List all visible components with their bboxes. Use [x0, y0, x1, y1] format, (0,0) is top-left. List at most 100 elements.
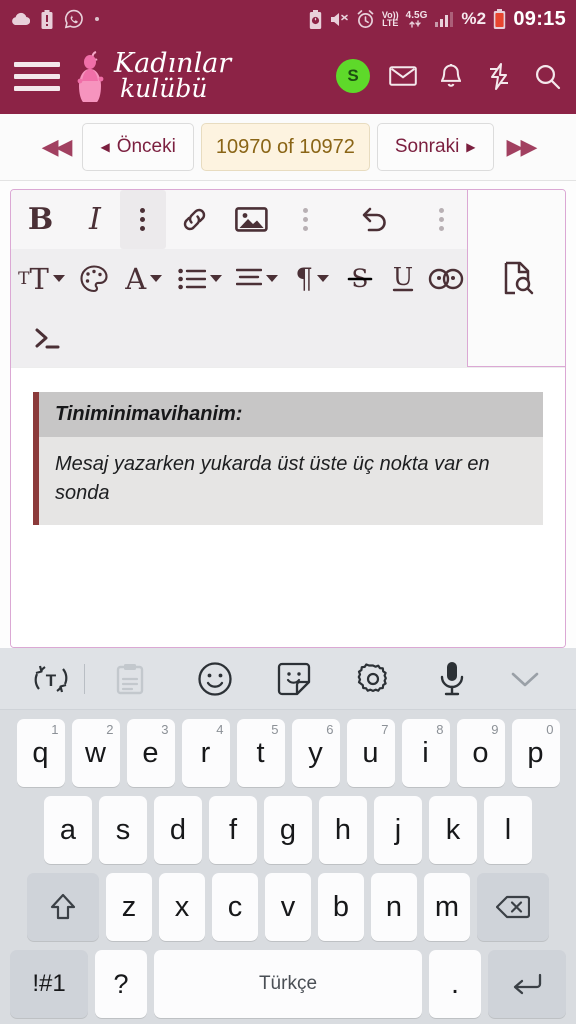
key-number-hint: 9 — [491, 722, 499, 737]
next-page-button[interactable]: Sonraki ▶ — [376, 123, 494, 171]
translate-icon[interactable]: T — [18, 662, 84, 696]
keyboard-row-3: z x c v b nm — [0, 873, 576, 941]
key-label: r — [200, 736, 211, 769]
symbols-key[interactable]: !#1 — [10, 950, 88, 1018]
more-options-2-button[interactable] — [280, 190, 332, 249]
question-key[interactable]: ? — [95, 950, 147, 1018]
editor-body[interactable]: Tiniminimavihanim: Mesaj yazarken yukard… — [11, 368, 565, 647]
key-label: h — [334, 813, 352, 846]
key-c[interactable]: c — [212, 873, 258, 941]
settings-gear-icon[interactable] — [334, 661, 413, 697]
key-number-hint: 3 — [161, 722, 169, 737]
key-a[interactable]: a — [44, 796, 92, 864]
previous-page-button[interactable]: ◀ Önceki — [82, 123, 194, 171]
app-header: Kadınlar kulübü S — [0, 38, 576, 114]
svg-text:U: U — [393, 264, 413, 291]
key-u[interactable]: 7u — [346, 719, 395, 787]
image-button[interactable] — [223, 190, 280, 249]
key-p[interactable]: 0p — [511, 719, 560, 787]
undo-button[interactable] — [332, 190, 416, 249]
key-z[interactable]: z — [106, 873, 152, 941]
volte-bottom: LTE — [382, 18, 399, 28]
color-palette-button[interactable] — [72, 249, 116, 308]
key-h[interactable]: h — [319, 796, 367, 864]
key-label: c — [227, 890, 243, 923]
strikethrough-button[interactable]: S — [339, 249, 382, 308]
key-m[interactable]: m — [424, 873, 470, 941]
emoji-icon[interactable] — [175, 660, 254, 698]
underline-button[interactable]: U — [382, 249, 425, 308]
key-f[interactable]: f — [209, 796, 257, 864]
key-x[interactable]: x — [159, 873, 205, 941]
collapse-chevron-icon[interactable] — [492, 669, 558, 689]
key-g[interactable]: g — [264, 796, 312, 864]
code-button[interactable] — [11, 308, 83, 367]
svg-text:T: T — [46, 671, 57, 690]
bold-button[interactable]: B — [11, 190, 70, 249]
hamburger-menu-icon[interactable] — [14, 61, 60, 91]
key-q[interactable]: 1q — [16, 719, 65, 787]
text-color-button[interactable]: A — [116, 249, 171, 308]
search-icon[interactable] — [532, 61, 562, 91]
battery-percent-label: %2 — [461, 9, 487, 28]
key-number-hint: 6 — [326, 722, 334, 737]
whatsapp-icon — [64, 9, 84, 29]
key-l[interactable]: l — [484, 796, 532, 864]
quote-block: Tiniminimavihanim: Mesaj yazarken yukard… — [33, 392, 543, 525]
shift-key[interactable] — [27, 873, 99, 941]
key-y[interactable]: 6y — [291, 719, 340, 787]
key-o[interactable]: 9o — [456, 719, 505, 787]
first-page-button[interactable]: ◀◀ — [36, 134, 76, 160]
bullet-list-button[interactable] — [171, 249, 229, 308]
microphone-icon[interactable] — [413, 660, 492, 698]
enter-key[interactable] — [488, 950, 566, 1018]
avatar[interactable]: S — [336, 59, 370, 93]
key-j[interactable]: j — [374, 796, 422, 864]
key-label: n — [385, 890, 403, 923]
lightning-icon[interactable] — [484, 61, 514, 91]
key-e[interactable]: 3e — [126, 719, 175, 787]
key-n[interactable]: n — [371, 873, 417, 941]
key-label: x — [174, 890, 190, 923]
key-i[interactable]: 8i — [401, 719, 450, 787]
key-number-hint: 8 — [436, 722, 444, 737]
clipboard-icon[interactable] — [85, 663, 175, 695]
sticker-icon[interactable] — [254, 661, 333, 697]
smiley-button[interactable] — [424, 249, 467, 308]
link-button[interactable] — [166, 190, 223, 249]
align-button[interactable] — [229, 249, 285, 308]
key-label: t — [256, 736, 265, 769]
backspace-key[interactable] — [477, 873, 549, 941]
key-w[interactable]: 2w — [71, 719, 120, 787]
key-r[interactable]: 4r — [181, 719, 230, 787]
bell-icon[interactable] — [436, 61, 466, 91]
key-k[interactable]: k — [429, 796, 477, 864]
key-t[interactable]: 5t — [236, 719, 285, 787]
vertical-dots-icon — [303, 208, 309, 231]
more-options-button[interactable] — [119, 190, 166, 249]
key-label: u — [362, 736, 379, 769]
chevron-down-icon — [266, 275, 279, 282]
last-page-button[interactable]: ▶▶ — [501, 134, 541, 160]
editor-toolbar: B I T T A ¶ S U — [11, 190, 565, 368]
font-size-button[interactable]: TT — [11, 249, 72, 308]
italic-button[interactable]: I — [70, 190, 120, 249]
pagination-bar: ◀◀ ◀ Önceki 10970 of 10972 Sonraki ▶ ▶▶ — [0, 114, 576, 181]
key-v[interactable]: v — [265, 873, 311, 941]
key-d[interactable]: d — [154, 796, 202, 864]
key-b[interactable]: b — [318, 873, 364, 941]
paragraph-button[interactable]: ¶ — [286, 249, 339, 308]
document-preview-icon[interactable] — [467, 190, 565, 367]
brand-line-2: kulübü — [120, 73, 208, 103]
more-options-3-button[interactable] — [415, 190, 467, 249]
mail-icon[interactable] — [388, 61, 418, 91]
volte-icon: Vo)) LTE — [382, 11, 399, 28]
toolbar-row-3 — [11, 308, 467, 367]
key-label: a — [59, 813, 77, 846]
site-logo[interactable]: Kadınlar kulübü — [74, 49, 231, 103]
period-key[interactable]: . — [429, 950, 481, 1018]
key-s[interactable]: s — [99, 796, 147, 864]
brand-wordmark: Kadınlar kulübü — [114, 50, 231, 103]
key-label: w — [85, 736, 106, 769]
space-key[interactable]: Türkçe — [154, 950, 422, 1018]
